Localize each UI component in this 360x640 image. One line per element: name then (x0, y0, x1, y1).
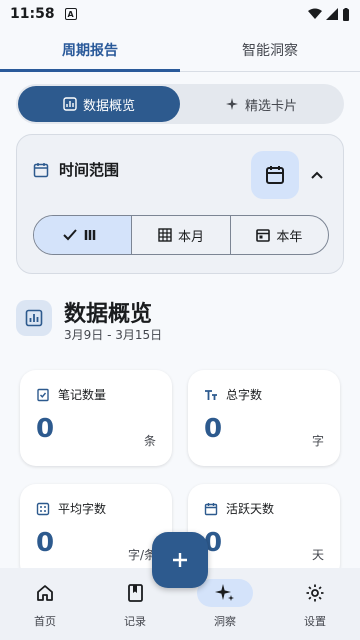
stat-unit: 条 (143, 434, 156, 448)
stat-unit: 字 (311, 434, 324, 448)
nav-label: 设置 (304, 615, 326, 628)
status-time: 11:58 (10, 6, 55, 22)
nav-pill (17, 579, 73, 607)
wifi-icon (308, 8, 322, 19)
tab-smart-insight[interactable]: 智能洞察 (180, 28, 360, 71)
sparkle-icon (225, 98, 238, 110)
stat-label-text: 笔记数量 (58, 388, 107, 402)
tab-label: 周期报告 (62, 42, 118, 59)
nav-label: 洞察 (214, 615, 236, 628)
signal-icon (326, 8, 338, 20)
stat-label: 平均字数 (36, 500, 106, 517)
chart-icon (63, 97, 77, 111)
status-icons (308, 7, 350, 21)
sparkle-icon (215, 584, 234, 601)
status-bar: 11:58 A (0, 0, 360, 28)
view-label: 精选卡片 (244, 98, 297, 114)
date-picker-button[interactable] (251, 151, 299, 199)
nav-settings[interactable]: 设置 (270, 568, 360, 640)
range-option-year[interactable]: 本年 (231, 216, 328, 254)
nav-pill (107, 579, 163, 607)
stat-value: 0 (36, 414, 55, 444)
grid-icon (158, 228, 172, 242)
nav-label: 记录 (124, 615, 146, 628)
stat-label-text: 平均字数 (58, 502, 107, 516)
collapse-button[interactable] (307, 165, 327, 185)
range-option-label: 本年 (276, 229, 303, 245)
home-icon (37, 585, 53, 601)
stat-label: 总字数 (204, 386, 262, 403)
nav-label: 首页 (34, 615, 56, 628)
stat-label: 笔记数量 (36, 386, 106, 403)
calc-icon (36, 502, 50, 515)
range-option-week[interactable] (34, 216, 133, 254)
overview-date-range: 3月9日 - 3月15日 (64, 328, 163, 342)
text-icon (205, 389, 217, 400)
stat-card-average-words[interactable]: 平均字数 0 字/条 (20, 484, 172, 580)
gear-icon (306, 584, 324, 602)
calendar-icon (266, 166, 284, 184)
note-icon (37, 388, 49, 401)
plus-icon (173, 553, 187, 567)
book-icon (128, 584, 143, 602)
calendar-icon (204, 502, 218, 515)
stat-label-text: 总字数 (226, 388, 263, 402)
stat-label-text: 活跃天数 (226, 502, 275, 516)
time-range-title: 时间范围 (59, 161, 120, 179)
stat-value: 0 (204, 414, 223, 444)
top-tabs: 周期报告 智能洞察 (0, 28, 360, 72)
calendar-icon (33, 162, 49, 177)
time-range-card: 时间范围 本月 本年 (16, 134, 344, 274)
stat-card-note-count[interactable]: 笔记数量 0 条 (20, 370, 172, 466)
notification-badge: A (64, 8, 77, 20)
view-featured-cards[interactable]: 精选卡片 (180, 86, 342, 122)
chevron-up-icon (311, 171, 323, 179)
time-range-header: 时间范围 (33, 159, 119, 180)
view-switch: 数据概览 精选卡片 (16, 84, 344, 124)
data-overview-header: 数据概览 3月9日 - 3月15日 (16, 296, 344, 352)
view-label: 数据概览 (82, 98, 135, 114)
stat-card-active-days[interactable]: 活跃天数 0 天 (188, 484, 340, 580)
overview-icon-box (16, 300, 52, 336)
tab-weekly-report[interactable]: 周期报告 (0, 28, 180, 72)
week-icon (84, 230, 95, 240)
view-data-overview[interactable]: 数据概览 (18, 86, 180, 122)
range-option-month[interactable]: 本月 (132, 216, 231, 254)
tab-label: 智能洞察 (242, 42, 298, 59)
add-note-fab[interactable] (152, 532, 208, 588)
nav-pill (287, 579, 343, 607)
range-option-label: 本月 (177, 229, 204, 245)
nav-pill (197, 579, 253, 607)
range-options: 本月 本年 (33, 215, 329, 255)
calendar-icon (256, 229, 271, 242)
stat-unit: 天 (311, 548, 324, 562)
overview-title: 数据概览 (64, 302, 153, 327)
chart-icon (25, 309, 43, 327)
stat-card-total-words[interactable]: 总字数 0 字 (188, 370, 340, 466)
check-icon (62, 229, 77, 241)
stat-value: 0 (36, 528, 55, 558)
stat-label: 活跃天数 (204, 500, 274, 517)
nav-home[interactable]: 首页 (0, 568, 90, 640)
battery-icon (343, 7, 349, 21)
